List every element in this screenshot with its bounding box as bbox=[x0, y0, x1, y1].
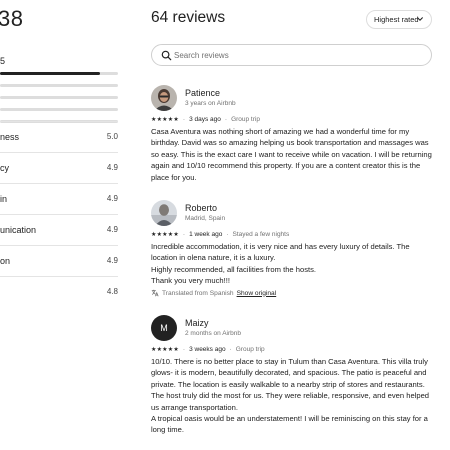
distribution-bar-2 bbox=[0, 108, 118, 111]
distribution-bar-3 bbox=[0, 96, 118, 99]
reviewer-subtitle: 2 months on Airbnb bbox=[185, 330, 242, 337]
rating-stars: ★★★★★ bbox=[151, 232, 179, 238]
category-name: in bbox=[0, 194, 8, 204]
category-name: on bbox=[0, 256, 11, 266]
reviewer-name: Patience bbox=[185, 88, 221, 98]
review-meta: ★★★★★ · 1 week ago · Stayed a few nights bbox=[151, 231, 290, 238]
distribution-label-5: 5 bbox=[0, 56, 6, 66]
translate-icon bbox=[151, 289, 159, 297]
review-paragraph: 10/10. There is no better place to stay … bbox=[151, 357, 430, 412]
translation-note: Translated from Spanish Show original bbox=[151, 289, 276, 297]
search-reviews-field[interactable] bbox=[151, 44, 432, 66]
avatar-initial: M bbox=[160, 323, 168, 333]
review-item: Patience 3 years on Airbnb ★★★★★ · 3 day… bbox=[151, 85, 436, 185]
reviewer-location: Madrid, Spain bbox=[185, 215, 226, 222]
reviewer-name: Roberto bbox=[185, 203, 218, 213]
review-text: Incredible accommodation, it is very nic… bbox=[151, 241, 436, 287]
review-date: 3 weeks ago bbox=[189, 346, 226, 353]
category-score: 4.8 bbox=[106, 287, 118, 296]
translated-label: Translated from Spanish bbox=[162, 289, 234, 297]
category-location: on 4.9 bbox=[0, 245, 118, 275]
search-input[interactable] bbox=[174, 48, 424, 63]
review-paragraph: Highly recommended, all facilities from … bbox=[151, 264, 317, 274]
rating-stars: ★★★★★ bbox=[151, 347, 179, 353]
avatar[interactable]: M bbox=[151, 315, 177, 341]
distribution-bar-4 bbox=[0, 84, 118, 87]
trip-type: Group trip bbox=[231, 116, 260, 123]
category-name: cy bbox=[0, 163, 9, 173]
review-date: 1 week ago bbox=[189, 231, 223, 238]
search-icon bbox=[161, 50, 172, 61]
category-name: ness bbox=[0, 132, 20, 142]
avatar[interactable] bbox=[151, 85, 177, 111]
category-score: 4.9 bbox=[106, 163, 118, 172]
distribution-bar-5 bbox=[0, 72, 118, 75]
category-accuracy: cy 4.9 bbox=[0, 152, 118, 182]
rating-stars: ★★★★★ bbox=[151, 117, 179, 123]
review-text: 10/10. There is no better place to stay … bbox=[151, 356, 436, 436]
category-check-in: in 4.9 bbox=[0, 183, 118, 213]
reviewer-subtitle: 3 years on Airbnb bbox=[185, 100, 236, 107]
review-item: Roberto Madrid, Spain ★★★★★ · 1 week ago… bbox=[151, 200, 436, 300]
review-item: M Maizy 2 months on Airbnb ★★★★★ · 3 wee… bbox=[151, 315, 436, 440]
reviewer-name: Maizy bbox=[185, 318, 209, 328]
stay-length: Stayed a few nights bbox=[232, 231, 290, 238]
show-original-link[interactable]: Show original bbox=[237, 290, 277, 297]
overall-rating: 38 bbox=[0, 6, 24, 31]
review-meta: ★★★★★ · 3 days ago · Group trip bbox=[151, 116, 260, 123]
review-date: 3 days ago bbox=[189, 116, 221, 123]
chevron-down-icon bbox=[417, 17, 423, 21]
category-name: unication bbox=[0, 225, 37, 235]
reviews-count-title: 64 reviews bbox=[151, 9, 226, 26]
category-score: 5.0 bbox=[106, 132, 118, 141]
avatar[interactable] bbox=[151, 200, 177, 226]
category-score: 4.9 bbox=[106, 194, 118, 203]
category-value: 4.8 bbox=[0, 276, 118, 306]
sort-label: Highest rated bbox=[374, 15, 419, 24]
review-text: Casa Aventura was nothing short of amazi… bbox=[151, 127, 432, 182]
review-paragraph: Thank you very much!!! bbox=[151, 276, 230, 286]
review-paragraph: A tropical oasis would be an understatem… bbox=[151, 414, 428, 435]
review-paragraph: Incredible accommodation, it is very nic… bbox=[151, 242, 410, 263]
sort-dropdown[interactable]: Highest rated bbox=[366, 10, 432, 29]
category-cleanliness: ness 5.0 bbox=[0, 121, 118, 151]
category-score: 4.9 bbox=[106, 225, 118, 234]
review-meta: ★★★★★ · 3 weeks ago · Group trip bbox=[151, 346, 265, 353]
category-communication: unication 4.9 bbox=[0, 214, 118, 244]
trip-type: Group trip bbox=[235, 346, 265, 353]
category-score: 4.9 bbox=[106, 256, 118, 265]
